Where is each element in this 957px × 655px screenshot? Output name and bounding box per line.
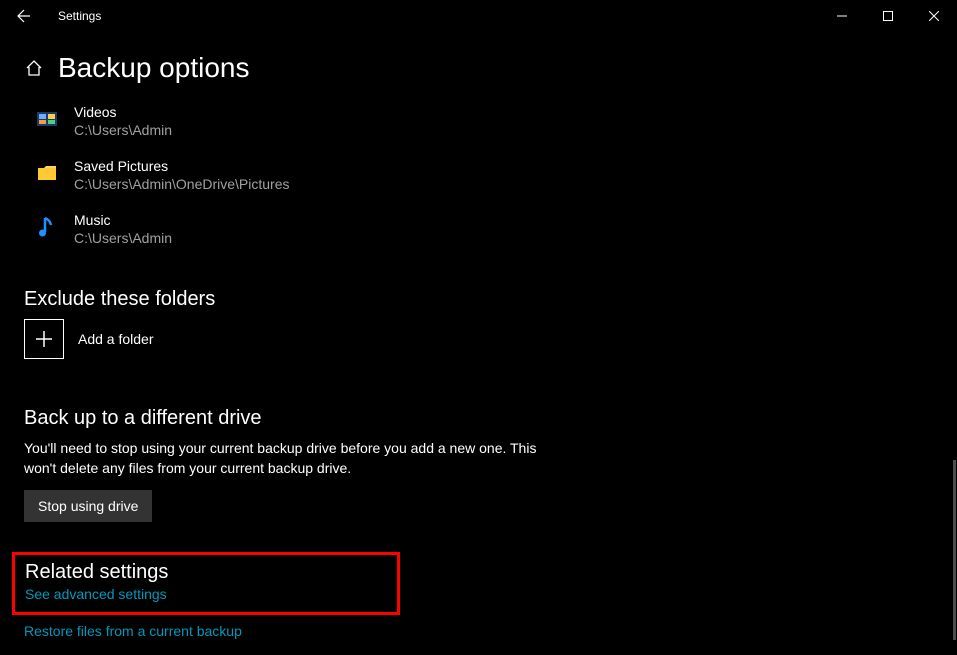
- folder-path: C:\Users\Admin: [74, 122, 172, 138]
- folder-name: Videos: [74, 104, 172, 120]
- related-settings-section: Related settings See advanced settings: [12, 552, 400, 615]
- add-folder-label: Add a folder: [78, 331, 154, 347]
- folder-list: Videos C:\Users\Admin Saved Pictures C:\…: [24, 94, 933, 256]
- videos-icon: [34, 106, 60, 132]
- different-drive-heading: Back up to a different drive: [24, 407, 933, 430]
- maximize-icon: [883, 11, 893, 21]
- folder-path: C:\Users\Admin: [74, 230, 172, 246]
- page-title: Backup options: [58, 52, 249, 84]
- folder-item-saved-pictures[interactable]: Saved Pictures C:\Users\Admin\OneDrive\P…: [24, 148, 933, 202]
- folder-path: C:\Users\Admin\OneDrive\Pictures: [74, 176, 290, 192]
- minimize-icon: [837, 11, 847, 21]
- folder-name: Music: [74, 212, 172, 228]
- scrollbar[interactable]: [953, 460, 956, 640]
- folder-icon: [34, 160, 60, 186]
- window-title: Settings: [48, 9, 101, 23]
- stop-using-drive-button[interactable]: Stop using drive: [24, 490, 152, 522]
- maximize-button[interactable]: [865, 0, 911, 32]
- title-bar: Settings: [0, 0, 957, 32]
- page-header: Backup options: [24, 52, 933, 84]
- minimize-button[interactable]: [819, 0, 865, 32]
- folder-name: Saved Pictures: [74, 158, 290, 174]
- different-drive-body: You'll need to stop using your current b…: [24, 438, 544, 478]
- related-heading: Related settings: [25, 561, 387, 584]
- back-arrow-icon: [16, 8, 32, 24]
- home-icon: [24, 58, 44, 78]
- plus-icon: [34, 329, 54, 349]
- close-button[interactable]: [911, 0, 957, 32]
- exclude-heading: Exclude these folders: [24, 288, 933, 311]
- home-button[interactable]: [24, 58, 44, 78]
- folder-item-music[interactable]: Music C:\Users\Admin: [24, 202, 933, 256]
- music-icon: [34, 214, 60, 240]
- close-icon: [929, 11, 939, 21]
- folder-item-videos[interactable]: Videos C:\Users\Admin: [24, 94, 933, 148]
- see-advanced-settings-link[interactable]: See advanced settings: [25, 586, 167, 602]
- add-folder-button[interactable]: [24, 319, 64, 359]
- back-button[interactable]: [0, 0, 48, 32]
- add-folder-row[interactable]: Add a folder: [24, 319, 933, 359]
- restore-files-link[interactable]: Restore files from a current backup: [24, 623, 242, 639]
